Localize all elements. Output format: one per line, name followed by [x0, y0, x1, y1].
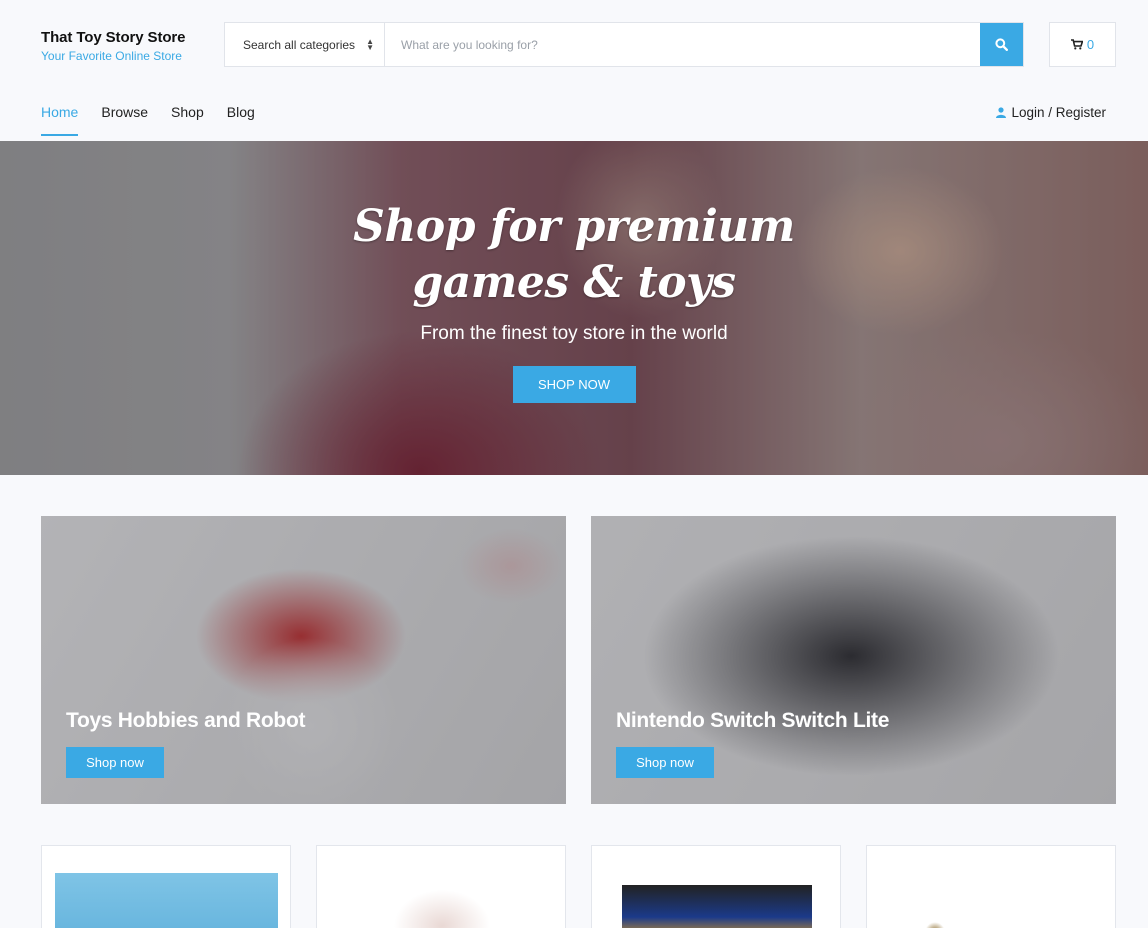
search-bar: Search all categories ▲ ▼	[224, 22, 1024, 67]
nav-browse[interactable]: Browse	[101, 104, 148, 134]
product-image[interactable]	[622, 885, 812, 928]
banner-shop-button[interactable]: Shop now	[616, 747, 714, 778]
site-header: That Toy Story Store Your Favorite Onlin…	[0, 0, 1148, 140]
brand-tagline: Your Favorite Online Store	[41, 49, 182, 63]
hero-banner: Shop for premium games & toys From the f…	[0, 141, 1148, 475]
user-icon	[996, 107, 1007, 118]
search-icon	[995, 38, 1008, 51]
brand-name[interactable]: That Toy Story Store	[41, 29, 186, 46]
banner-text: Toys Hobbies and Robot Shop now	[66, 709, 305, 778]
category-banner-toys[interactable]: Toys Hobbies and Robot Shop now	[41, 516, 566, 804]
nav-home[interactable]: Home	[41, 104, 79, 136]
cart-icon	[1070, 39, 1083, 50]
product-card[interactable]	[866, 845, 1116, 928]
cart-count: 0	[1086, 37, 1095, 52]
product-card[interactable]	[41, 845, 291, 928]
hero-subtitle: From the finest toy store in the world	[420, 323, 728, 344]
sort-caret-icon: ▲ ▼	[366, 36, 374, 52]
product-card[interactable]	[591, 845, 841, 928]
brand[interactable]: That Toy Story Store Your Favorite Onlin…	[41, 29, 186, 63]
category-banner-nintendo[interactable]: Nintendo Switch Switch Lite Shop now	[591, 516, 1116, 804]
banner-shop-button[interactable]: Shop now	[66, 747, 164, 778]
category-select[interactable]: Search all categories ▲ ▼	[225, 23, 385, 66]
search-button[interactable]	[980, 23, 1023, 66]
main-nav: Home Browse Shop Blog	[41, 104, 278, 136]
hero-title: Shop for premium games & toys	[353, 201, 795, 308]
banner-title: Nintendo Switch Switch Lite	[616, 709, 890, 732]
product-image[interactable]	[377, 881, 507, 928]
banner-title: Toys Hobbies and Robot	[66, 709, 306, 732]
login-label: Login / Register	[1011, 105, 1106, 120]
cart-button[interactable]: 0	[1049, 22, 1116, 67]
banner-text: Nintendo Switch Switch Lite Shop now	[616, 709, 889, 778]
hero-content: Shop for premium games & toys From the f…	[0, 199, 1148, 403]
login-register-link[interactable]: Login / Register	[996, 105, 1106, 120]
product-card[interactable]	[316, 845, 566, 928]
shop-now-button[interactable]: SHOP NOW	[512, 366, 636, 403]
nav-blog[interactable]: Blog	[227, 104, 255, 134]
category-select-label: Search all categories	[243, 37, 356, 52]
search-input[interactable]	[385, 23, 980, 66]
product-image[interactable]	[55, 873, 278, 928]
product-image[interactable]	[925, 922, 945, 928]
nav-shop[interactable]: Shop	[171, 104, 204, 134]
